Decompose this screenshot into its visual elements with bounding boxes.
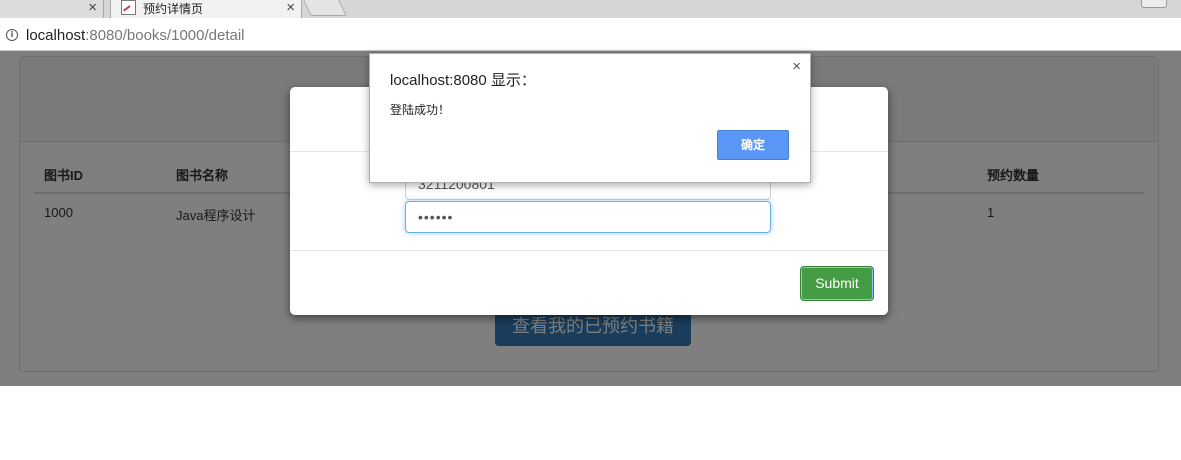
tab-close-icon[interactable]: × <box>286 0 295 17</box>
alert-dialog: localhost:8080 显示： × 登陆成功！ 确定 <box>369 53 811 183</box>
alert-ok-button[interactable]: 确定 <box>717 130 789 160</box>
browser-tabstrip: × 预约详情页 × <box>0 0 1181 18</box>
address-bar[interactable]: i localhost:8080/books/1000/detail <box>0 18 1181 51</box>
submit-button[interactable]: Submit <box>800 266 874 301</box>
url-text[interactable]: localhost:8080/books/1000/detail <box>26 27 245 44</box>
close-icon[interactable]: × <box>792 58 801 75</box>
site-info-icon[interactable]: i <box>6 29 18 41</box>
browser-tab-detail[interactable]: 预约详情页 × <box>110 0 302 18</box>
window-control-button[interactable] <box>1141 0 1167 8</box>
url-path: :8080/books/1000/detail <box>85 27 245 44</box>
page-favicon-icon <box>121 0 136 15</box>
password-input[interactable]: •••••• <box>405 201 771 233</box>
new-tab-button[interactable] <box>301 0 347 16</box>
tab-title: 预约详情页 <box>143 2 204 16</box>
url-host: localhost <box>26 27 86 44</box>
alert-title: localhost:8080 显示： <box>390 72 536 89</box>
modal-footer-divider <box>290 250 888 251</box>
alert-message: 登陆成功！ <box>390 103 451 117</box>
tab-close-icon[interactable]: × <box>88 0 97 17</box>
browser-tab-previous[interactable]: × <box>0 0 104 18</box>
